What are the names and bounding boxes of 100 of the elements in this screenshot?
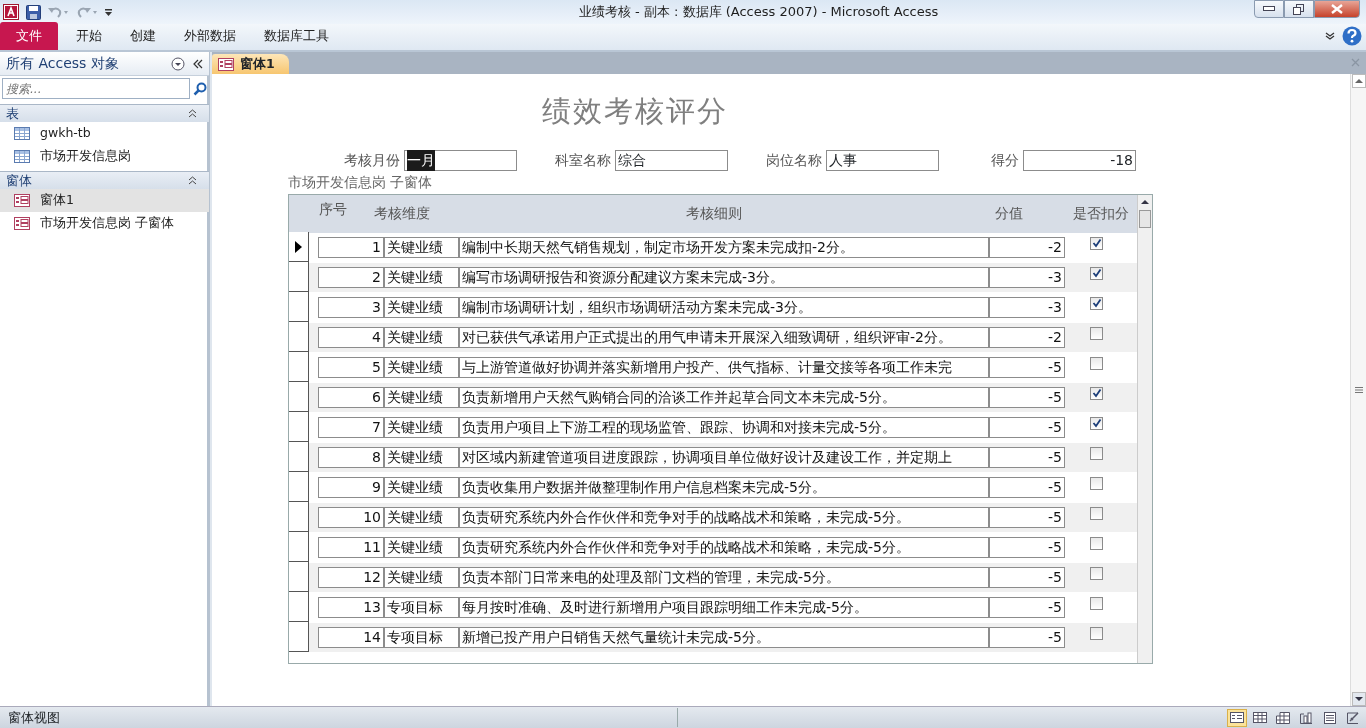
expand-ribbon-icon[interactable] <box>1323 31 1336 41</box>
view-button[interactable] <box>1226 708 1247 727</box>
help-icon[interactable] <box>1342 26 1362 46</box>
pivot-chart-icon <box>1298 709 1315 726</box>
nav-item[interactable]: gwkh-tb <box>0 122 209 145</box>
table-cell: 5 <box>318 356 384 378</box>
table-cell: 关键业绩 <box>384 296 459 318</box>
checkbox[interactable] <box>1090 566 1103 580</box>
table-cell: 与上游管道做好协调并落实新增用户投产、供气指标、计量交接等各项工作未完 <box>459 356 989 378</box>
nav-item[interactable]: 市场开发信息岗 子窗体 <box>0 212 209 235</box>
record-selector[interactable] <box>289 472 309 502</box>
record-selector[interactable] <box>289 622 309 652</box>
checkbox[interactable] <box>1090 596 1103 610</box>
record-selector[interactable] <box>289 442 309 472</box>
table-cell: -5 <box>989 416 1065 438</box>
datasheet-view-icon <box>1251 709 1268 726</box>
scroll-thumb[interactable] <box>1139 209 1151 228</box>
checkbox[interactable] <box>1090 266 1103 280</box>
check-icon <box>1091 298 1102 308</box>
scroll-grip-icon <box>1354 387 1363 393</box>
text-field[interactable]: -18 <box>1023 150 1136 171</box>
checkbox[interactable] <box>1090 536 1103 550</box>
checkbox[interactable] <box>1090 236 1103 250</box>
search-field[interactable]: 搜索... <box>2 78 190 99</box>
record-selector[interactable] <box>289 502 309 532</box>
document-tab[interactable]: 窗体1 <box>212 54 289 74</box>
column-header: 分值 <box>995 204 1023 223</box>
text-field[interactable]: 一月 <box>404 150 517 171</box>
record-selector[interactable] <box>289 412 309 442</box>
table-cell: 每月按时准确、及时进行新增用户项目跟踪明细工作未完成-5分。 <box>459 596 989 618</box>
checkbox[interactable] <box>1090 446 1103 460</box>
customize-toolbar-icon[interactable] <box>104 7 114 17</box>
checkbox[interactable] <box>1090 626 1103 640</box>
scroll-down-icon[interactable] <box>1351 692 1366 706</box>
table-cell: 对区域内新建管道项目进度跟踪，协调项目单位做好设计及建设工作，并定期上 <box>459 446 989 468</box>
table-cell: 关键业绩 <box>384 566 459 588</box>
table-cell: -5 <box>989 476 1065 498</box>
table-cell: 专项目标 <box>384 626 459 648</box>
table-cell: 负责新增用户天然气购销合同的洽谈工作并起草合同文本未完成-5分。 <box>459 386 989 408</box>
search-icon[interactable] <box>193 81 207 96</box>
record-selector[interactable] <box>289 352 309 382</box>
ribbon-tab[interactable]: 创建 <box>116 21 170 50</box>
text-field[interactable]: 综合 <box>615 150 728 171</box>
save-icon[interactable] <box>25 4 41 20</box>
record-selector[interactable] <box>289 262 309 292</box>
collapse-group-icon[interactable] <box>188 109 197 118</box>
record-selector[interactable] <box>289 532 309 562</box>
table-cell: 关键业绩 <box>384 266 459 288</box>
ribbon-tab[interactable]: 数据库工具 <box>250 21 343 50</box>
field-label: 科室名称 <box>555 151 611 170</box>
scrollbar[interactable] <box>1350 74 1366 706</box>
table-cell: 负责研究系统内外合作伙伴和竞争对手的战略战术和策略，未完成-5分。 <box>459 536 989 558</box>
collapse-pane-icon[interactable] <box>193 58 203 69</box>
column-header: 考核维度 <box>374 204 430 223</box>
table-cell: -5 <box>989 596 1065 618</box>
table-cell: 新增已投产用户日销售天然气量统计未完成-5分。 <box>459 626 989 648</box>
ribbon-tab[interactable]: 外部数据 <box>170 21 250 50</box>
collapse-group-icon[interactable] <box>188 176 197 185</box>
table-cell: -3 <box>989 296 1065 318</box>
checkbox[interactable] <box>1090 476 1103 490</box>
record-selector[interactable] <box>289 382 309 412</box>
table-cell: -2 <box>989 326 1065 348</box>
checkbox[interactable] <box>1090 506 1103 520</box>
checkbox[interactable] <box>1090 326 1103 340</box>
table-cell: 负责收集用户数据并做整理制作用户信息档案未完成-5分。 <box>459 476 989 498</box>
table-cell: 编制市场调研计划，组织市场调研活动方案未完成-3分。 <box>459 296 989 318</box>
checkbox[interactable] <box>1090 386 1103 400</box>
table-cell: 对已获供气承诺用户正式提出的用气申请未开展深入细致调研，组织评审-2分。 <box>459 326 989 348</box>
scroll-up-icon[interactable] <box>1351 74 1366 88</box>
ribbon-tab[interactable]: 开始 <box>62 21 116 50</box>
column-header: 序号 <box>319 200 347 219</box>
table-cell: 3 <box>318 296 384 318</box>
table-cell: 4 <box>318 326 384 348</box>
checkbox[interactable] <box>1090 296 1103 310</box>
ribbon-tab[interactable]: 文件 <box>0 21 58 50</box>
record-selector[interactable] <box>289 232 309 262</box>
window-title: 业绩考核 - 副本 : 数据库 (Access 2007) - Microsoft Access <box>577 3 939 22</box>
record-selector[interactable] <box>289 592 309 622</box>
table-cell: -5 <box>989 536 1065 558</box>
table-cell: 编制中长期天然气销售规划，制定市场开发方案未完成扣-2分。 <box>459 236 989 258</box>
checkbox[interactable] <box>1090 356 1103 370</box>
scrollbar[interactable] <box>1137 194 1152 663</box>
text-field[interactable]: 人事 <box>826 150 939 171</box>
table-cell: 关键业绩 <box>384 356 459 378</box>
record-selector[interactable] <box>289 562 309 592</box>
table-cell: 7 <box>318 416 384 438</box>
close-button[interactable] <box>1314 0 1360 18</box>
nav-item[interactable]: 市场开发信息岗 <box>0 145 209 168</box>
checkbox[interactable] <box>1090 416 1103 430</box>
check-icon <box>1091 268 1102 278</box>
minimize-button[interactable] <box>1254 0 1284 18</box>
nav-item[interactable]: 窗体1 <box>0 189 209 212</box>
table-cell: 专项目标 <box>384 596 459 618</box>
dropdown-icon[interactable] <box>171 56 185 71</box>
record-selector[interactable] <box>289 292 309 322</box>
status-text: 窗体视图 <box>8 707 678 728</box>
restore-button[interactable] <box>1284 0 1314 18</box>
table-cell: 11 <box>318 536 384 558</box>
record-selector[interactable] <box>289 322 309 352</box>
form-icon <box>14 217 30 230</box>
